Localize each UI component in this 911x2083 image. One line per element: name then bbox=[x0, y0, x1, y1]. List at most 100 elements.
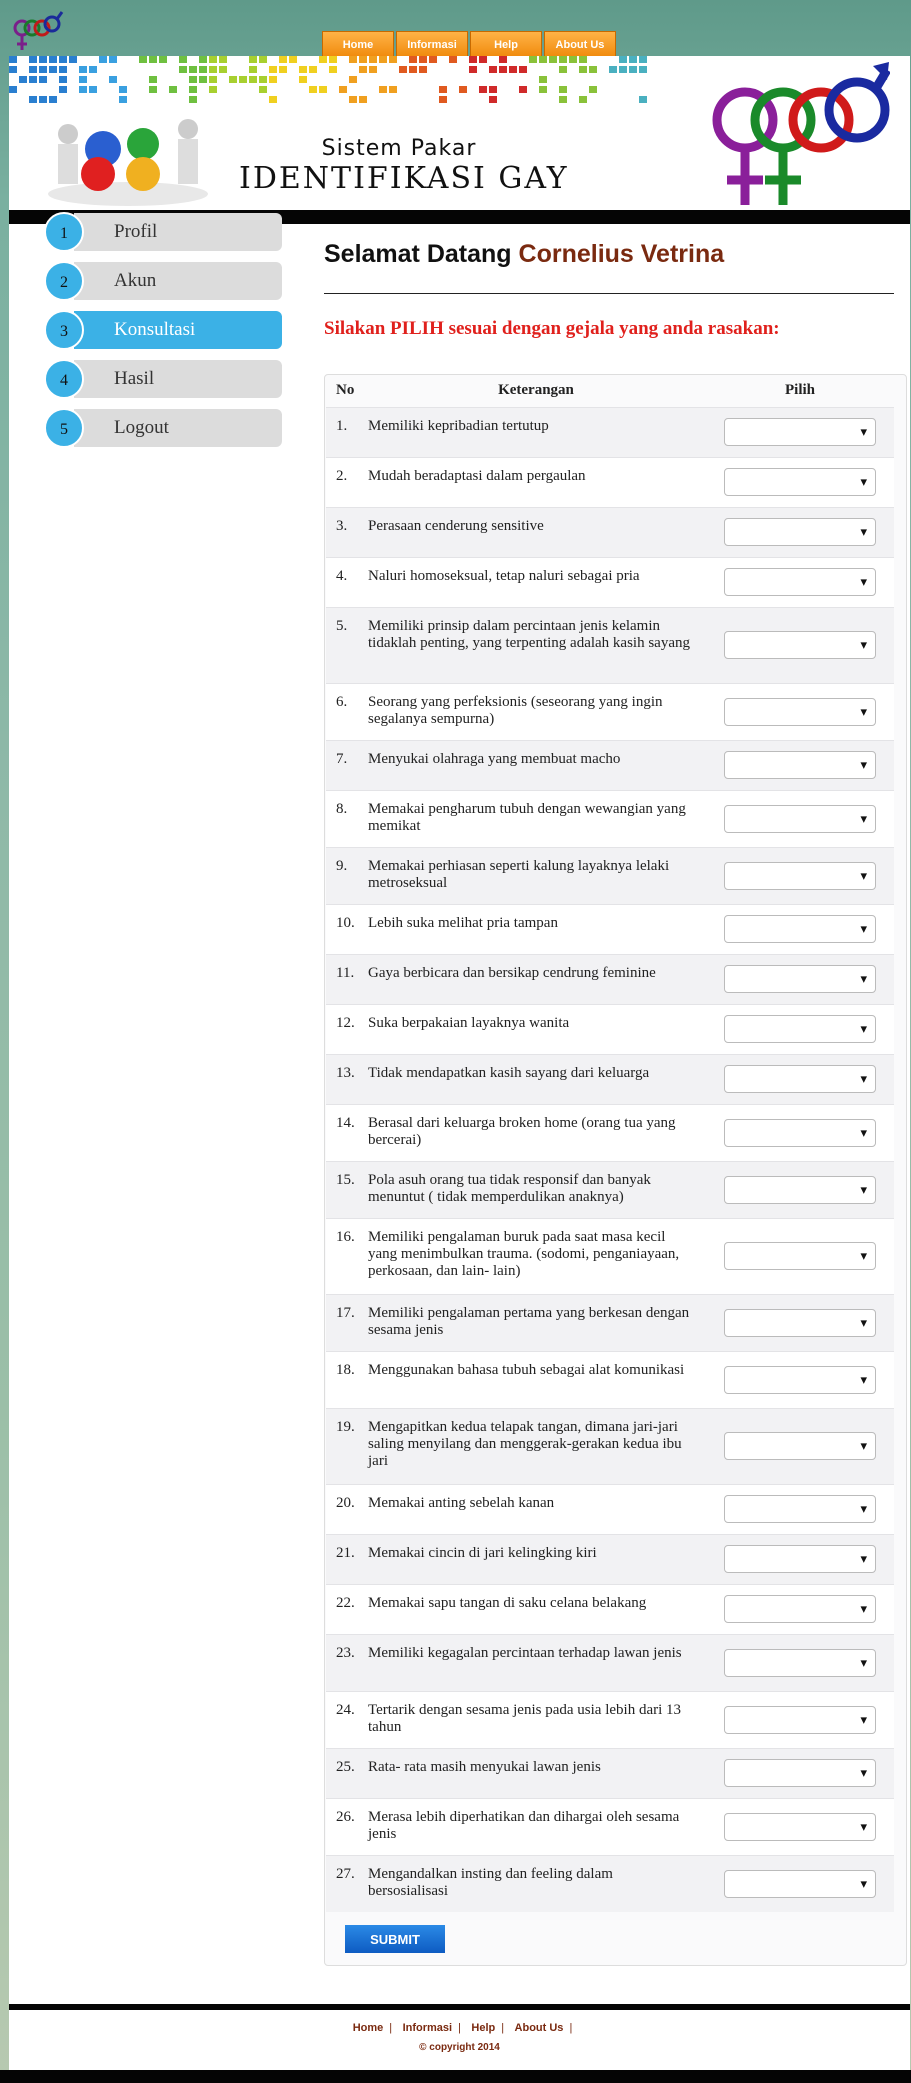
bottom-bar bbox=[0, 2070, 911, 2083]
header-no: No bbox=[336, 382, 355, 399]
sidebar-item-profil[interactable]: Profil 1 bbox=[44, 212, 284, 252]
footer-link-home[interactable]: Home bbox=[353, 2022, 384, 2034]
row-select-cell bbox=[706, 740, 894, 790]
row-description: Naluri homoseksual, tetap naluri sebagai… bbox=[368, 567, 640, 584]
symptom-select[interactable] bbox=[724, 631, 876, 659]
row-select-cell bbox=[706, 1748, 894, 1798]
symptom-select[interactable] bbox=[724, 418, 876, 446]
row-select-cell bbox=[706, 1004, 894, 1054]
row-number: 14. bbox=[336, 1114, 355, 1131]
nav-informasi[interactable]: Informasi bbox=[396, 31, 468, 57]
row-description: Mengapitkan kedua telapak tangan, dimana… bbox=[368, 1418, 682, 1469]
row-select-cell bbox=[706, 954, 894, 1004]
row-select-cell bbox=[706, 790, 894, 847]
symptom-select[interactable] bbox=[724, 1595, 876, 1623]
symptom-select[interactable] bbox=[724, 861, 876, 890]
row-select-cell bbox=[706, 1634, 894, 1691]
row-select-cell bbox=[706, 457, 894, 507]
sidebar-item-hasil[interactable]: Hasil 4 bbox=[44, 359, 284, 399]
table-row: 25. Rata- rata masih menyukai lawan jenis bbox=[326, 1748, 894, 1798]
row-number: 3. bbox=[336, 517, 348, 534]
gender-symbols-icon bbox=[712, 62, 890, 205]
row-select-cell bbox=[706, 683, 894, 740]
footer-link-about-us[interactable]: About Us bbox=[515, 2022, 564, 2034]
sidebar-item-number: 4 bbox=[44, 359, 84, 399]
symptom-select[interactable] bbox=[724, 804, 876, 833]
row-number: 13. bbox=[336, 1064, 355, 1081]
sidebar-item-label: Logout bbox=[74, 409, 282, 447]
sidebar-item-label: Profil bbox=[74, 213, 282, 251]
symptom-select[interactable] bbox=[724, 1705, 876, 1734]
symptom-select[interactable] bbox=[724, 568, 876, 596]
row-number: 27. bbox=[336, 1865, 355, 1882]
row-description: Memiliki kepribadian tertutup bbox=[368, 417, 549, 434]
row-description: Berasal dari keluarga broken home (orang… bbox=[368, 1114, 676, 1148]
submit-button[interactable]: SUBMIT bbox=[345, 1925, 445, 1953]
sidebar-item-number: 1 bbox=[44, 212, 84, 252]
row-description: Rata- rata masih menyukai lawan jenis bbox=[368, 1758, 601, 1775]
row-description: Memakai perhiasan seperti kalung layakny… bbox=[368, 857, 670, 891]
symptom-select[interactable] bbox=[724, 1812, 876, 1841]
row-number: 1. bbox=[336, 417, 348, 434]
nav-about-us[interactable]: About Us bbox=[544, 31, 616, 57]
row-number: 18. bbox=[336, 1361, 355, 1378]
symptom-select[interactable] bbox=[724, 965, 876, 993]
symptom-select[interactable] bbox=[724, 1648, 876, 1677]
table-row: 19. Mengapitkan kedua telapak tangan, dim… bbox=[326, 1408, 894, 1484]
symptom-select[interactable] bbox=[724, 1118, 876, 1147]
sidebar-item-konsultasi[interactable]: Konsultasi 3 bbox=[44, 310, 284, 350]
table-row: 18. Menggunakan bahasa tubuh sebagai alat… bbox=[326, 1351, 894, 1408]
row-description: Merasa lebih diperhatikan dan dihargai o… bbox=[368, 1808, 680, 1842]
symptom-select[interactable] bbox=[724, 697, 876, 726]
nav-help[interactable]: Help bbox=[470, 31, 542, 57]
copyright: © copyright 2014 bbox=[419, 2042, 500, 2053]
sidebar-item-logout[interactable]: Logout 5 bbox=[44, 408, 284, 448]
symptom-select[interactable] bbox=[724, 1495, 876, 1523]
symptom-select[interactable] bbox=[724, 1365, 876, 1394]
nav-home[interactable]: Home bbox=[322, 31, 394, 57]
symptom-select[interactable] bbox=[724, 518, 876, 546]
row-description: Perasaan cenderung sensitive bbox=[368, 517, 544, 534]
row-select-cell bbox=[706, 507, 894, 557]
row-description: Tidak mendapatkan kasih sayang dari kelu… bbox=[368, 1064, 650, 1081]
row-number: 19. bbox=[336, 1418, 355, 1435]
row-number: 20. bbox=[336, 1494, 355, 1511]
symptom-select[interactable] bbox=[724, 468, 876, 496]
symptom-select[interactable] bbox=[724, 1015, 876, 1043]
banner-title: Sistem Pakar IDENTIFIKASI GAY bbox=[239, 136, 567, 196]
row-description: Mengandalkan insting dan feeling dalam b… bbox=[368, 1865, 613, 1899]
symptom-select[interactable] bbox=[724, 1545, 876, 1573]
row-number: 4. bbox=[336, 567, 348, 584]
table-row: 15. Pola asuh orang tua tidak responsif d… bbox=[326, 1161, 894, 1218]
symptom-select[interactable] bbox=[724, 1242, 876, 1270]
table-row: 1. Memiliki kepribadian tertutup bbox=[326, 407, 894, 457]
header-keterangan: Keterangan bbox=[498, 382, 574, 399]
row-select-cell bbox=[706, 1855, 894, 1912]
row-number: 8. bbox=[336, 800, 348, 817]
footer-link-informasi[interactable]: Informasi bbox=[403, 2022, 453, 2034]
symptom-select[interactable] bbox=[724, 751, 876, 779]
row-number: 12. bbox=[336, 1014, 355, 1031]
table-row: 10. Lebih suka melihat pria tampan bbox=[326, 904, 894, 954]
symptom-select[interactable] bbox=[724, 915, 876, 943]
row-number: 24. bbox=[336, 1701, 355, 1718]
symptom-select[interactable] bbox=[724, 1308, 876, 1337]
row-number: 7. bbox=[336, 750, 348, 767]
sidebar: Profil 1 Akun 2 Konsultasi 3 Hasil 4 Log… bbox=[44, 212, 284, 458]
sidebar-item-number: 5 bbox=[44, 408, 84, 448]
footer-link-help[interactable]: Help bbox=[471, 2022, 495, 2034]
symptom-select[interactable] bbox=[724, 1432, 876, 1460]
sidebar-item-akun[interactable]: Akun 2 bbox=[44, 261, 284, 301]
symptom-select[interactable] bbox=[724, 1869, 876, 1898]
welcome-prefix: Selamat Datang bbox=[324, 240, 512, 268]
row-select-cell bbox=[706, 1351, 894, 1408]
row-select-cell bbox=[706, 1691, 894, 1748]
row-description: Tertarik dengan sesama jenis pada usia l… bbox=[368, 1701, 682, 1735]
row-select-cell bbox=[706, 1294, 894, 1351]
symptom-select[interactable] bbox=[724, 1759, 876, 1787]
row-number: 5. bbox=[336, 617, 348, 634]
symptom-select[interactable] bbox=[724, 1175, 876, 1204]
divider bbox=[324, 293, 894, 294]
symptom-select[interactable] bbox=[724, 1065, 876, 1093]
sidebar-item-label: Akun bbox=[74, 262, 282, 300]
